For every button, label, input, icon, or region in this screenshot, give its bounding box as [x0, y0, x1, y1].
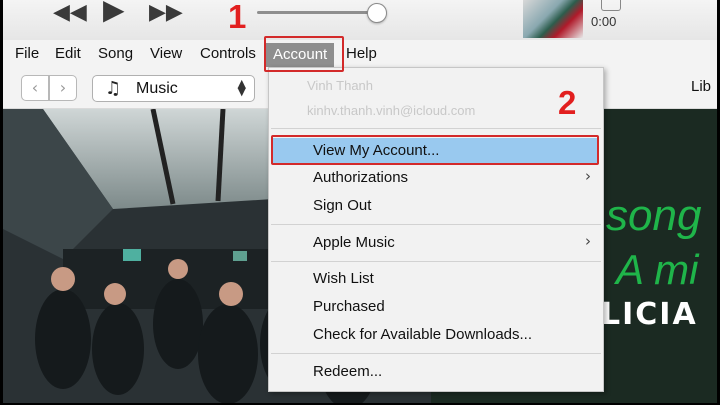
banner-text-1: song — [606, 191, 702, 240]
submenu-arrow-icon: › — [585, 167, 591, 185]
rewind-icon[interactable]: ◀◀ — [53, 2, 87, 24]
menu-file[interactable]: File — [15, 40, 39, 68]
now-playing-artwork[interactable] — [523, 0, 583, 38]
annotation-step-2: 2 — [558, 84, 577, 121]
volume-slider[interactable] — [257, 11, 379, 14]
menu-help[interactable]: Help — [346, 40, 377, 68]
account-user-email: kinhv.thanh.vinh@icloud.com — [307, 103, 476, 118]
menu-separator — [271, 261, 601, 262]
menu-item-wish-list[interactable]: Wish List — [313, 266, 374, 292]
menu-item-redeem[interactable]: Redeem... — [313, 359, 382, 385]
menu-controls[interactable]: Controls — [200, 40, 256, 68]
menu-edit[interactable]: Edit — [55, 40, 81, 68]
menu-separator — [271, 128, 601, 129]
menu-item-authorizations[interactable]: Authorizations — [313, 165, 408, 191]
media-kind-select[interactable]: ♫ Music ▲ ▼ — [92, 75, 255, 102]
menu-item-sign-out[interactable]: Sign Out — [313, 193, 371, 219]
submenu-arrow-icon: › — [585, 232, 591, 250]
menu-separator — [271, 353, 601, 354]
itunes-window: ◀◀ ▶ ▶▶ 0:00 File Edit Song View Control… — [3, 0, 717, 403]
forward-button[interactable]: › — [49, 75, 77, 101]
menu-item-apple-music[interactable]: Apple Music — [313, 230, 395, 256]
menu-song[interactable]: Song — [98, 40, 133, 68]
fast-forward-icon[interactable]: ▶▶ — [149, 2, 183, 24]
elapsed-time: 0:00 — [591, 14, 617, 29]
player-bar: ◀◀ ▶ ▶▶ 0:00 — [3, 0, 717, 41]
account-menu: Vinh Thanh kinhv.thanh.vinh@icloud.com V… — [268, 67, 604, 392]
library-tab[interactable]: Lib — [691, 78, 711, 95]
menu-separator — [271, 224, 601, 225]
back-button[interactable]: ‹ — [21, 75, 49, 101]
annotation-step-1: 1 — [228, 0, 247, 35]
banner-text-3: LICIA — [601, 297, 698, 332]
menu-bar: File Edit Song View Controls Account Hel… — [3, 40, 717, 68]
play-icon[interactable]: ▶ — [103, 0, 125, 24]
lcd-button[interactable] — [601, 0, 621, 11]
menu-view[interactable]: View — [150, 40, 182, 68]
chevron-updown-icon: ▲ ▼ — [237, 77, 246, 98]
account-user-name: Vinh Thanh — [307, 78, 374, 93]
annotation-box-account — [264, 36, 344, 72]
volume-knob[interactable] — [367, 3, 387, 23]
menu-item-purchased[interactable]: Purchased — [313, 294, 385, 320]
banner-text-2: A mi — [616, 246, 699, 293]
menu-item-check-downloads[interactable]: Check for Available Downloads... — [313, 322, 532, 348]
music-note-icon: ♫ — [105, 78, 122, 99]
annotation-box-view-account — [271, 135, 599, 165]
media-kind-label: Music — [136, 80, 178, 97]
